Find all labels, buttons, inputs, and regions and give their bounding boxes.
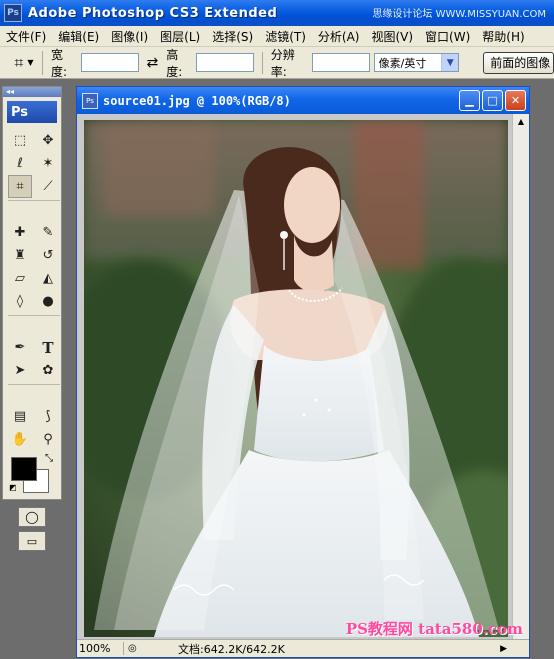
watermark-top: 思缘设计论坛 WWW.MISSYUAN.COM [372,9,546,20]
menu-help[interactable]: 帮助(H) [476,28,530,45]
swap-colors-icon[interactable]: ⤡ [45,453,53,464]
document-window: Ps source01.jpg @ 100%(RGB/8) ▁ □ ✕ ▲ PS… [76,86,530,658]
zoom-level[interactable]: 100% [77,642,124,655]
vertical-scrollbar[interactable]: ▲ [512,114,529,640]
chevron-down-icon: ▼ [441,54,459,71]
eraser-tool-icon[interactable]: ▱ [8,267,32,290]
history-brush-tool-icon[interactable]: ↺ [36,244,60,267]
foreground-color-swatch[interactable] [11,457,37,481]
color-swatches: ⤡ ◩ [9,453,61,501]
ps-app-icon[interactable]: Ps [4,4,22,22]
marquee-tool-icon[interactable]: ⬚ [8,129,32,152]
menu-analysis[interactable]: 分析(A) [312,28,366,45]
resolution-unit-select[interactable]: 像素/英寸 ▼ [373,53,460,72]
minimize-icon: ▁ [465,94,474,107]
eyedropper-tool-icon[interactable]: ⟆ [36,405,60,428]
maximize-button[interactable]: □ [482,90,503,111]
menu-file[interactable]: 文件(F) [0,28,52,45]
toolbox-panel: ◂◂ Ps ⬚ ✥ ℓ ✶ ⌗ ⟋ ✚ ✎ ♜ ↺ ▱ ◭ ◊ ● ✒ T ➤ … [2,86,62,551]
menu-edit[interactable]: 编辑(E) [52,28,105,45]
quick-mask-button[interactable]: ◯ [18,507,46,527]
zoom-tool-icon[interactable]: ⚲ [36,428,60,451]
close-button[interactable]: ✕ [505,90,526,111]
status-menu-arrow-icon[interactable]: ▶ [500,644,507,654]
pen-tool-icon[interactable]: ✒ [8,336,32,359]
window-buttons: ▁ □ ✕ [459,90,526,111]
move-tool-icon[interactable]: ✥ [36,129,60,152]
healing-brush-tool-icon[interactable]: ✚ [8,221,32,244]
blur-tool-icon[interactable]: ◊ [8,290,32,313]
swap-dimensions-icon[interactable]: ⇄ [147,55,159,71]
crop-tool-preset[interactable]: ⌗ ▼ [6,50,43,75]
crop-icon: ⌗ [14,52,24,72]
ps-logo[interactable]: Ps [7,101,57,123]
tool-divider [8,384,60,389]
tool-divider [8,200,60,205]
tool-grid: ⬚ ✥ ℓ ✶ ⌗ ⟋ ✚ ✎ ♜ ↺ ▱ ◭ ◊ ● ✒ T ➤ ✿ ▤ ⟆ … [3,129,61,451]
menu-filter[interactable]: 滤镜(T) [259,28,312,45]
dodge-tool-icon[interactable]: ● [36,290,60,313]
app-titlebar: Ps Adobe Photoshop CS3 Extended 思缘设计论坛 W… [0,0,554,26]
notes-tool-icon[interactable]: ▤ [8,405,32,428]
tool-divider [8,315,60,320]
front-image-button[interactable]: 前面的图像 [483,51,554,74]
custom-shape-tool-icon[interactable]: ✿ [36,359,60,382]
resolution-label: 分辨率: [270,47,295,79]
watermark-bottom: PS教程网 tata580.com [345,620,523,638]
close-icon: ✕ [510,94,521,107]
menu-image[interactable]: 图像(I) [105,28,154,45]
screen-mode-button[interactable]: ▭ [18,531,46,551]
resolution-field[interactable] [311,53,370,72]
menu-layer[interactable]: 图层(L) [154,28,206,45]
magic-wand-tool-icon[interactable]: ✶ [36,152,60,175]
paint-bucket-tool-icon[interactable]: ◭ [36,267,60,290]
resolution-unit-value: 像素/英寸 [378,56,427,70]
status-options-icon[interactable]: ◎ [128,643,142,654]
menubar: 文件(F) 编辑(E) 图像(I) 图层(L) 选择(S) 滤镜(T) 分析(A… [0,26,554,47]
scroll-up-icon[interactable]: ▲ [513,114,529,130]
screen-mode-icon: ▭ [26,534,38,548]
minimize-button[interactable]: ▁ [459,90,480,111]
menu-view[interactable]: 视图(V) [365,28,419,45]
options-bar: ⌗ ▼ 宽度: ⇄ 高度: 分辨率: 像素/英寸 ▼ 前面的图像 [0,47,554,79]
path-selection-tool-icon[interactable]: ➤ [8,359,32,382]
height-label: 高度: [166,47,183,79]
front-image-button-label: 前面的图像 [490,56,551,70]
bridal-photo [84,120,508,637]
quick-mask-icon: ◯ [25,510,39,524]
default-colors-icon[interactable]: ◩ [9,483,17,492]
width-label: 宽度: [50,47,68,79]
width-field[interactable] [80,53,139,72]
maximize-icon: □ [487,94,498,107]
type-tool-icon[interactable]: T [36,336,60,359]
height-field[interactable] [195,53,254,72]
clone-stamp-tool-icon[interactable]: ♜ [8,244,32,267]
toolbox-collapse-handle[interactable]: ◂◂ [3,87,61,97]
crop-tool-icon[interactable]: ⌗ [8,175,32,198]
document-title: source01.jpg @ 100%(RGB/8) [103,93,291,108]
menu-select[interactable]: 选择(S) [206,28,259,45]
document-status-bar: 100% ◎ 文档:642.2K/642.2K ▶ [77,639,529,657]
chevron-down-icon: ▼ [27,58,34,67]
brush-tool-icon[interactable]: ✎ [36,221,60,244]
document-titlebar[interactable]: Ps source01.jpg @ 100%(RGB/8) ▁ □ ✕ [77,87,529,114]
lasso-tool-icon[interactable]: ℓ [8,152,32,175]
menu-window[interactable]: 窗口(W) [419,28,476,45]
options-divider [261,51,263,74]
slice-tool-icon[interactable]: ⟋ [36,175,60,198]
document-canvas[interactable] [84,120,508,637]
hand-tool-icon[interactable]: ✋ [8,428,32,451]
ps-doc-icon: Ps [82,92,98,109]
document-size-info: 文档:642.2K/642.2K [178,642,285,656]
app-title: Adobe Photoshop CS3 Extended [28,5,278,21]
